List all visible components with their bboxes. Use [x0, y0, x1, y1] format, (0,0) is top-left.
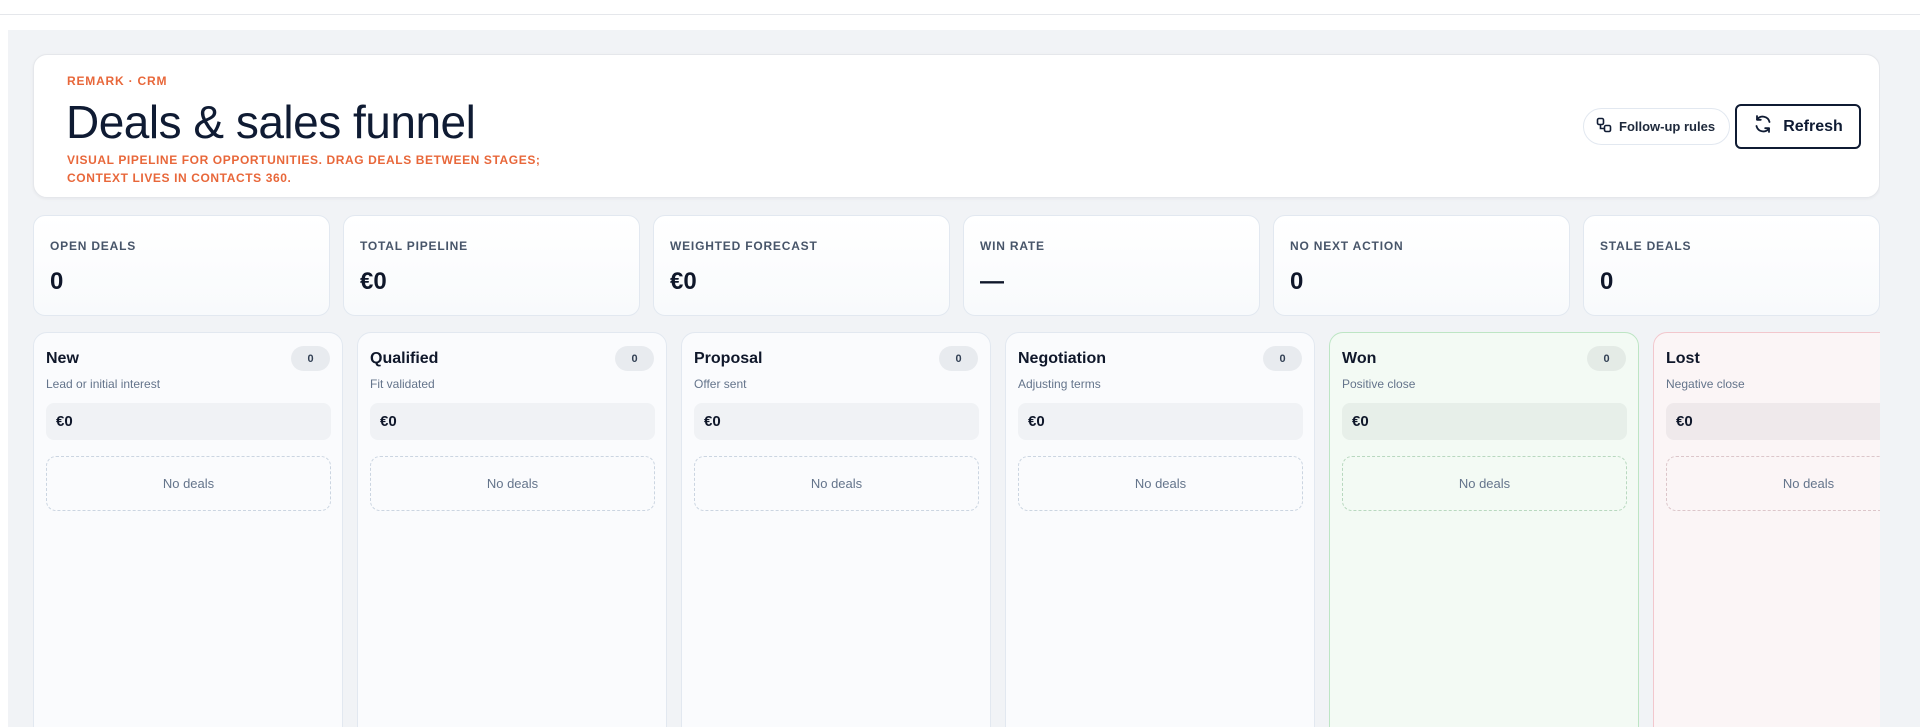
stat-value: 0 — [50, 268, 64, 295]
stage-amount: €0 — [46, 403, 331, 440]
stat-label: TOTAL PIPELINE — [360, 239, 468, 253]
stage-column-lost[interactable]: Lost 0 Negative close €0 No deals — [1653, 332, 1880, 727]
stage-count-badge: 0 — [939, 346, 978, 371]
stat-value: 0 — [1600, 268, 1614, 295]
stat-total-pipeline: TOTAL PIPELINE €0 — [343, 215, 640, 316]
refresh-button[interactable]: Refresh — [1735, 104, 1861, 149]
stage-name: Negotiation — [1018, 350, 1106, 367]
page-subtitle: VISUAL PIPELINE FOR OPPORTUNITIES. DRAG … — [67, 153, 541, 185]
stage-column-won[interactable]: Won 0 Positive close €0 No deals — [1329, 332, 1639, 727]
stage-count-badge: 0 — [291, 346, 330, 371]
stage-description: Fit validated — [370, 377, 435, 391]
stage-drop-zone[interactable]: No deals — [1342, 456, 1627, 511]
stage-amount: €0 — [1342, 403, 1627, 440]
app-shell: REMARK · CRM Deals & sales funnel VISUAL… — [8, 30, 1920, 727]
stage-column-proposal[interactable]: Proposal 0 Offer sent €0 No deals — [681, 332, 991, 727]
stage-column-negotiation[interactable]: Negotiation 0 Adjusting terms €0 No deal… — [1005, 332, 1315, 727]
stage-name: Qualified — [370, 350, 439, 367]
page-title: Deals & sales funnel — [66, 96, 476, 148]
stage-drop-zone[interactable]: No deals — [1666, 456, 1880, 511]
stat-value: €0 — [360, 268, 387, 295]
stage-description: Lead or initial interest — [46, 377, 161, 391]
stat-label: STALE DEALS — [1600, 239, 1692, 253]
stage-drop-zone[interactable]: No deals — [370, 456, 655, 511]
stat-open-deals: OPEN DEALS 0 — [33, 215, 330, 316]
stage-amount: €0 — [694, 403, 979, 440]
content-area: REMARK · CRM Deals & sales funnel VISUAL… — [8, 30, 1880, 727]
page-header: REMARK · CRM Deals & sales funnel VISUAL… — [33, 54, 1880, 198]
stage-name: Won — [1342, 350, 1377, 367]
stage-count-badge: 0 — [615, 346, 654, 371]
stat-no-next-action: NO NEXT ACTION 0 — [1273, 215, 1570, 316]
stage-count-badge: 0 — [1587, 346, 1626, 371]
stage-name: Proposal — [694, 350, 763, 367]
stage-description: Negative close — [1666, 377, 1745, 391]
stat-value: 0 — [1290, 268, 1304, 295]
stat-weighted-forecast: WEIGHTED FORECAST €0 — [653, 215, 950, 316]
stage-column-qualified[interactable]: Qualified 0 Fit validated €0 No deals — [357, 332, 667, 727]
follow-up-rules-label: Follow-up rules — [1619, 119, 1716, 134]
stage-description: Offer sent — [694, 377, 747, 391]
stat-label: OPEN DEALS — [50, 239, 137, 253]
stage-description: Positive close — [1342, 377, 1416, 391]
stat-value: €0 — [670, 268, 697, 295]
stat-label: NO NEXT ACTION — [1290, 239, 1404, 253]
rules-icon — [1596, 117, 1612, 136]
stage-drop-zone[interactable]: No deals — [1018, 456, 1303, 511]
stage-column-new[interactable]: New 0 Lead or initial interest €0 No dea… — [33, 332, 343, 727]
stat-label: WEIGHTED FORECAST — [670, 239, 818, 253]
stage-drop-zone[interactable]: No deals — [46, 456, 331, 511]
top-bar — [0, 0, 1920, 15]
stat-win-rate: WIN RATE — — [963, 215, 1260, 316]
stage-count-badge: 0 — [1263, 346, 1302, 371]
refresh-icon — [1753, 114, 1773, 139]
breadcrumb: REMARK · CRM — [67, 74, 168, 88]
stage-amount: €0 — [1018, 403, 1303, 440]
stage-amount: €0 — [370, 403, 655, 440]
stage-name: Lost — [1666, 350, 1700, 367]
stage-drop-zone[interactable]: No deals — [694, 456, 979, 511]
stat-stale-deals: STALE DEALS 0 — [1583, 215, 1880, 316]
stage-amount: €0 — [1666, 403, 1880, 440]
stage-description: Adjusting terms — [1018, 377, 1101, 391]
refresh-label: Refresh — [1783, 117, 1843, 135]
stage-name: New — [46, 350, 79, 367]
stat-label: WIN RATE — [980, 239, 1045, 253]
follow-up-rules-button[interactable]: Follow-up rules — [1583, 108, 1731, 145]
stat-value: — — [980, 268, 1004, 295]
